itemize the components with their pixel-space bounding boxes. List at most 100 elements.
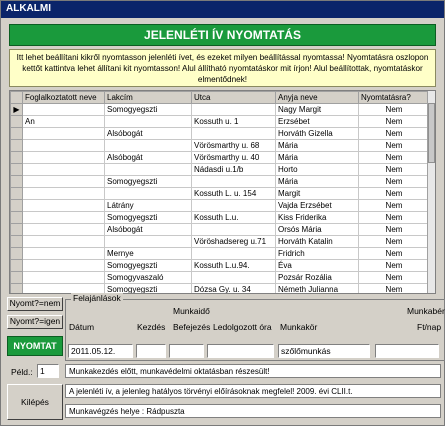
print-yes-button[interactable]: Nyomt?=igen xyxy=(7,315,63,329)
cell-name[interactable] xyxy=(22,199,105,212)
exit-button[interactable]: Kilépés xyxy=(7,384,63,420)
row-selector[interactable] xyxy=(10,127,23,140)
scrollbar-thumb[interactable] xyxy=(428,103,435,163)
cell-name[interactable] xyxy=(22,187,105,200)
table-row[interactable]: Nádasdi u.1/b Horto Nem xyxy=(10,163,430,176)
cell-name[interactable]: An xyxy=(22,115,105,128)
table-row[interactable]: Alsóbogát Vörösmarthy u. 40 Mária Nem xyxy=(10,151,430,164)
table-row[interactable]: Mernye Fridrich Nem xyxy=(10,247,430,260)
row-selector[interactable] xyxy=(10,271,23,284)
table-row[interactable]: Látrány Vajda Erzsébet Nem xyxy=(10,199,430,212)
cell-mother[interactable]: Pozsár Rozália xyxy=(275,271,359,284)
cell-print[interactable]: Nem xyxy=(358,199,430,212)
note-line-1[interactable]: Munkakezdés előtt, munkavédelmi oktatásb… xyxy=(65,364,441,378)
table-row[interactable]: Somogyvaszaló Pozsár Rozália Nem xyxy=(10,271,430,284)
print-no-button[interactable]: Nyomt?=nem xyxy=(7,297,63,311)
row-selector[interactable] xyxy=(10,151,23,164)
cell-street[interactable] xyxy=(191,223,276,236)
cell-city[interactable]: Somogyegszti xyxy=(104,103,192,116)
cell-city[interactable]: Alsóbogát xyxy=(104,223,192,236)
cell-print[interactable]: Nem xyxy=(358,127,430,140)
cell-name[interactable] xyxy=(22,259,105,272)
cell-mother[interactable]: Vajda Erzsébet xyxy=(275,199,359,212)
grid-header-street[interactable]: Utca xyxy=(191,91,276,104)
employee-grid[interactable]: Foglalkoztatott neve Lakcím Utca Anyja n… xyxy=(9,90,436,294)
cell-name[interactable] xyxy=(22,139,105,152)
table-row[interactable]: Alsóbogát Horváth Gizella Nem xyxy=(10,127,430,140)
row-selector[interactable] xyxy=(10,139,23,152)
cell-name[interactable] xyxy=(22,247,105,260)
cell-street[interactable] xyxy=(191,247,276,260)
cell-city[interactable] xyxy=(104,187,192,200)
cell-city[interactable]: Somogyegszti xyxy=(104,259,192,272)
cell-street[interactable]: Kossuth L.u.94. xyxy=(191,259,276,272)
table-row[interactable]: An Kossuth u. 1 Erzsébet Nem xyxy=(10,115,430,128)
cell-city[interactable]: Somogyegszti xyxy=(104,175,192,188)
row-selector[interactable] xyxy=(10,247,23,260)
cell-name[interactable] xyxy=(22,151,105,164)
row-selector[interactable] xyxy=(10,187,23,200)
table-row[interactable]: Vöröshadsereg u.71 Horváth Katalin Nem xyxy=(10,235,430,248)
table-row[interactable]: Somogyegszti Kossuth L.u.94. Éva Nem xyxy=(10,259,430,272)
cell-street[interactable] xyxy=(191,127,276,140)
job-input[interactable]: szőlőmunkás xyxy=(278,344,370,358)
cell-city[interactable]: Alsóbogát xyxy=(104,127,192,140)
cell-name[interactable] xyxy=(22,163,105,176)
grid-header-print[interactable]: Nyomtatásra? xyxy=(358,91,430,104)
cell-street[interactable]: Kossuth u. 1 xyxy=(191,115,276,128)
row-selector[interactable] xyxy=(10,283,23,293)
end-input[interactable] xyxy=(169,344,204,358)
table-row[interactable]: Vörösmarthy u. 68 Mária Nem xyxy=(10,139,430,152)
row-selector[interactable] xyxy=(10,211,23,224)
cell-street[interactable] xyxy=(191,175,276,188)
cell-mother[interactable]: Nagy Margit xyxy=(275,103,359,116)
row-selector[interactable] xyxy=(10,115,23,128)
cell-city[interactable]: Somogyegszti xyxy=(104,211,192,224)
cell-mother[interactable]: Orsós Mária xyxy=(275,223,359,236)
cell-street[interactable]: Vöröshadsereg u.71 xyxy=(191,235,276,248)
cell-city[interactable] xyxy=(104,115,192,128)
cell-city[interactable] xyxy=(104,163,192,176)
cell-street[interactable]: Kossuth L.u. xyxy=(191,211,276,224)
grid-header-mother[interactable]: Anyja neve xyxy=(275,91,359,104)
cell-print[interactable]: Nem xyxy=(358,163,430,176)
cell-print[interactable]: Nem xyxy=(358,115,430,128)
grid-header-city[interactable]: Lakcím xyxy=(104,91,192,104)
cell-print[interactable]: Nem xyxy=(358,235,430,248)
cell-street[interactable] xyxy=(191,271,276,284)
table-row[interactable]: Somogyegszti Mária Nem xyxy=(10,175,430,188)
cell-print[interactable]: Nem xyxy=(358,283,430,293)
hours-input[interactable] xyxy=(207,344,274,358)
cell-mother[interactable]: Erzsébet xyxy=(275,115,359,128)
cell-mother[interactable]: Mária xyxy=(275,175,359,188)
cell-print[interactable]: Nem xyxy=(358,223,430,236)
cell-print[interactable]: Nem xyxy=(358,271,430,284)
cell-name[interactable] xyxy=(22,127,105,140)
cell-print[interactable]: Nem xyxy=(358,175,430,188)
cell-print[interactable]: Nem xyxy=(358,211,430,224)
cell-name[interactable] xyxy=(22,103,105,116)
cell-city[interactable]: Mernye xyxy=(104,247,192,260)
cell-mother[interactable]: Kiss Friderika xyxy=(275,211,359,224)
row-selector[interactable] xyxy=(10,163,23,176)
table-row[interactable]: Kossuth L. u. 154 Margit Nem xyxy=(10,187,430,200)
cell-print[interactable]: Nem xyxy=(358,103,430,116)
start-input[interactable] xyxy=(136,344,166,358)
cell-mother[interactable]: Horto xyxy=(275,163,359,176)
cell-street[interactable]: Vörösmarthy u. 68 xyxy=(191,139,276,152)
wage-input[interactable] xyxy=(375,344,439,358)
note-line-2[interactable]: A jelenléti ív, a jelenleg hatályos törv… xyxy=(65,384,441,398)
cell-name[interactable] xyxy=(22,211,105,224)
copies-input[interactable]: 1 xyxy=(37,364,59,378)
date-input[interactable]: 2011.05.12. xyxy=(68,344,133,358)
cell-print[interactable]: Nem xyxy=(358,151,430,164)
table-row[interactable]: Somogyegszti Kossuth L.u. Kiss Friderika Ne… xyxy=(10,211,430,224)
cell-street[interactable]: Vörösmarthy u. 40 xyxy=(191,151,276,164)
cell-print[interactable]: Nem xyxy=(358,247,430,260)
cell-mother[interactable]: Horváth Gizella xyxy=(275,127,359,140)
cell-name[interactable] xyxy=(22,175,105,188)
cell-mother[interactable]: Mária xyxy=(275,151,359,164)
cell-name[interactable] xyxy=(22,271,105,284)
cell-city[interactable]: Alsóbogát xyxy=(104,151,192,164)
cell-name[interactable] xyxy=(22,235,105,248)
